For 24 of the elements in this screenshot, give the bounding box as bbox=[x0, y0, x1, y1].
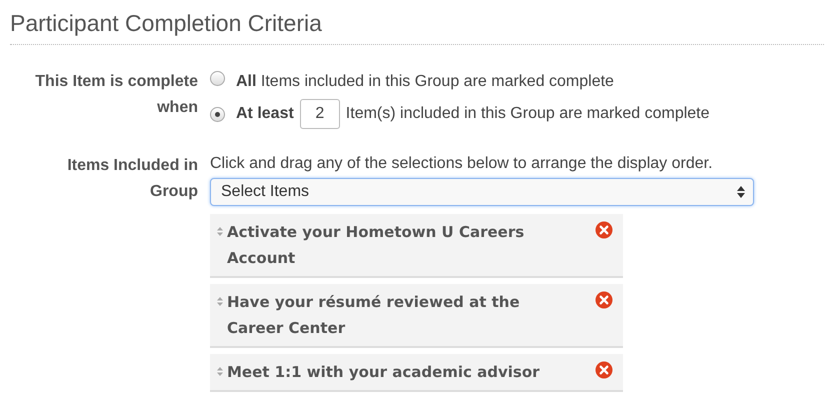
drag-handle-icon[interactable] bbox=[217, 297, 223, 306]
count-field[interactable]: 2 bbox=[300, 99, 340, 129]
option-label: All Items included in this Group are marked complete bbox=[236, 73, 614, 91]
item-title: Activate your Hometown U Careers Account bbox=[227, 222, 526, 269]
option-label: Item(s) included in this Group are marked complete bbox=[346, 105, 710, 123]
remove-icon[interactable] bbox=[595, 361, 613, 379]
section-heading: Participant Completion Criteria bbox=[10, 8, 824, 45]
dropdown-arrows-icon bbox=[737, 186, 745, 198]
field-label: This Item is complete when bbox=[34, 72, 199, 118]
select-dropdown[interactable]: Select Items bbox=[210, 178, 754, 206]
remove-icon[interactable] bbox=[595, 221, 613, 239]
option-label: At least bbox=[236, 105, 294, 123]
drag-handle-icon[interactable] bbox=[217, 227, 223, 236]
radio-button[interactable] bbox=[210, 70, 225, 86]
sortable-item[interactable]: Meet 1:1 with your academic advisor bbox=[210, 354, 623, 392]
item-title: Have your résumé reviewed at the Career Center bbox=[227, 292, 521, 339]
instruction-text: Click and drag any of the selections below to arrange the display order. bbox=[210, 154, 713, 174]
item-title: Meet 1:1 with your academic advisor bbox=[227, 362, 541, 383]
remove-icon[interactable] bbox=[595, 291, 613, 309]
field-label: Items Included in Group bbox=[66, 156, 199, 202]
sortable-item[interactable]: Activate your Hometown U Careers Account bbox=[210, 214, 623, 278]
radio-button[interactable] bbox=[210, 106, 225, 122]
drag-handle-icon[interactable] bbox=[217, 367, 223, 376]
sortable-item[interactable]: Have your résumé reviewed at the Career Center bbox=[210, 284, 623, 348]
